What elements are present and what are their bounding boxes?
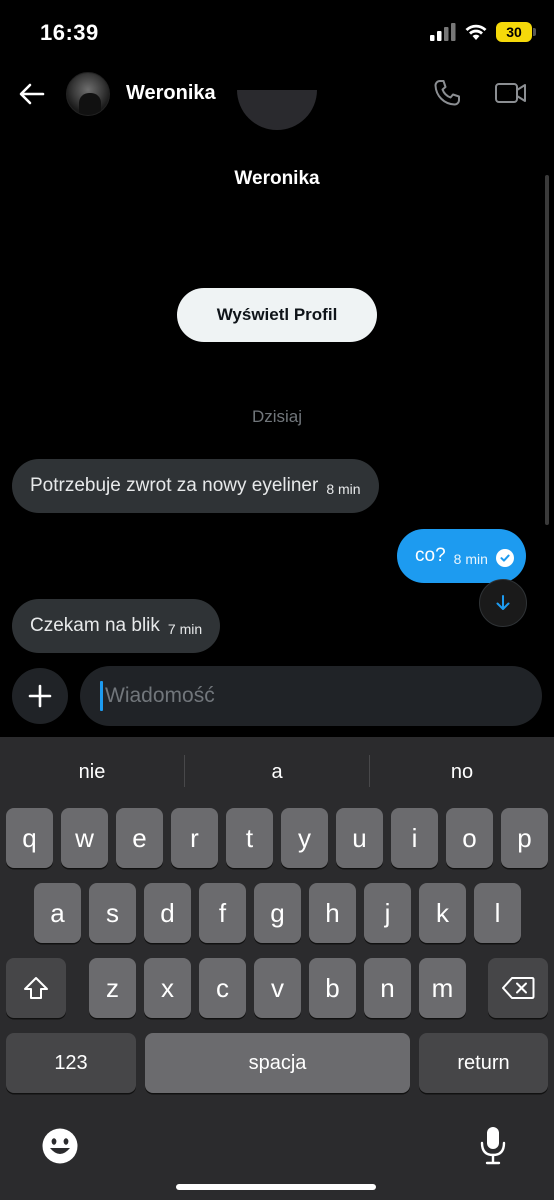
message-input-placeholder: Wiadomość bbox=[105, 684, 215, 707]
wifi-icon bbox=[465, 24, 487, 40]
status-bar: 16:39 30 bbox=[0, 0, 554, 64]
view-profile-button[interactable]: Wyświetl Profil bbox=[177, 288, 377, 342]
battery-level: 30 bbox=[506, 24, 522, 40]
message-text: co? bbox=[415, 545, 446, 566]
key[interactable]: x bbox=[144, 958, 191, 1018]
message-bubble-incoming[interactable]: Potrzebuje zwrot za nowy eyeliner 8 min bbox=[12, 459, 379, 513]
emoji-button[interactable] bbox=[41, 1127, 79, 1170]
backspace-key[interactable] bbox=[488, 958, 548, 1018]
key[interactable]: t bbox=[226, 808, 273, 868]
message-text: Potrzebuje zwrot za nowy eyeliner bbox=[30, 475, 319, 496]
dictation-button[interactable] bbox=[478, 1125, 508, 1172]
message-text: Czekam na blik bbox=[30, 615, 160, 636]
key[interactable]: o bbox=[446, 808, 493, 868]
key[interactable]: g bbox=[254, 883, 301, 943]
profile-name: Weronika bbox=[234, 168, 320, 189]
arrow-left-icon bbox=[19, 83, 45, 105]
key[interactable]: s bbox=[89, 883, 136, 943]
scroll-to-bottom-button[interactable] bbox=[479, 579, 527, 627]
key[interactable]: b bbox=[309, 958, 356, 1018]
key[interactable]: z bbox=[89, 958, 136, 1018]
suggestion-item[interactable]: nie bbox=[0, 755, 184, 789]
key[interactable]: u bbox=[336, 808, 383, 868]
add-attachment-button[interactable] bbox=[12, 668, 68, 724]
key[interactable]: h bbox=[309, 883, 356, 943]
key[interactable]: w bbox=[61, 808, 108, 868]
key[interactable]: p bbox=[501, 808, 548, 868]
keyboard: nie a no q w e r t y u i o p a s d f g h… bbox=[0, 737, 554, 1200]
key[interactable]: k bbox=[419, 883, 466, 943]
video-camera-icon bbox=[495, 83, 526, 103]
status-icons: 30 bbox=[430, 22, 536, 42]
key[interactable]: f bbox=[199, 883, 246, 943]
arrow-down-icon bbox=[496, 595, 510, 610]
back-button[interactable] bbox=[16, 78, 48, 110]
date-separator: Dzisiaj bbox=[251, 407, 303, 426]
backspace-icon bbox=[502, 977, 535, 999]
key[interactable]: l bbox=[474, 883, 521, 943]
message-bubble-incoming[interactable]: Czekam na blik 7 min bbox=[12, 599, 221, 653]
battery-icon: 30 bbox=[496, 22, 536, 42]
suggestion-item[interactable]: a bbox=[185, 755, 369, 789]
key[interactable]: q bbox=[6, 808, 53, 868]
numbers-key[interactable]: 123 bbox=[6, 1033, 136, 1093]
message-time: 7 min bbox=[167, 621, 203, 637]
key[interactable]: r bbox=[171, 808, 218, 868]
text-caret bbox=[100, 681, 103, 711]
space-key[interactable]: spacja bbox=[145, 1033, 410, 1093]
key[interactable]: y bbox=[281, 808, 328, 868]
key[interactable]: c bbox=[199, 958, 246, 1018]
key[interactable]: d bbox=[144, 883, 191, 943]
return-key[interactable]: return bbox=[419, 1033, 548, 1093]
read-check-icon bbox=[495, 549, 514, 567]
key[interactable]: j bbox=[364, 883, 411, 943]
plus-icon bbox=[28, 684, 52, 708]
suggestion-item[interactable]: no bbox=[370, 755, 554, 789]
message-input[interactable]: Wiadomość bbox=[80, 666, 542, 726]
phone-icon bbox=[434, 80, 460, 106]
key[interactable]: v bbox=[254, 958, 301, 1018]
voice-call-button[interactable] bbox=[432, 78, 462, 108]
key[interactable]: m bbox=[419, 958, 466, 1018]
microphone-icon bbox=[480, 1127, 506, 1165]
message-time: 8 min bbox=[326, 481, 361, 497]
cellular-signal-icon bbox=[430, 23, 456, 41]
scrollbar[interactable] bbox=[545, 175, 549, 525]
predictive-suggestions: nie a no bbox=[0, 737, 554, 805]
key[interactable]: i bbox=[391, 808, 438, 868]
key[interactable]: n bbox=[364, 958, 411, 1018]
key[interactable]: e bbox=[116, 808, 163, 868]
home-indicator[interactable] bbox=[176, 1184, 376, 1190]
contact-name[interactable]: Weronika bbox=[126, 82, 216, 105]
key[interactable]: a bbox=[34, 883, 81, 943]
emoji-icon bbox=[42, 1128, 78, 1164]
status-time: 16:39 bbox=[40, 20, 99, 45]
message-time: 8 min bbox=[453, 551, 488, 567]
message-bubble-outgoing[interactable]: co? 8 min bbox=[397, 529, 526, 583]
shift-key[interactable] bbox=[6, 958, 66, 1018]
shift-icon bbox=[24, 977, 48, 999]
contact-avatar[interactable] bbox=[66, 72, 110, 116]
video-call-button[interactable] bbox=[494, 78, 528, 108]
